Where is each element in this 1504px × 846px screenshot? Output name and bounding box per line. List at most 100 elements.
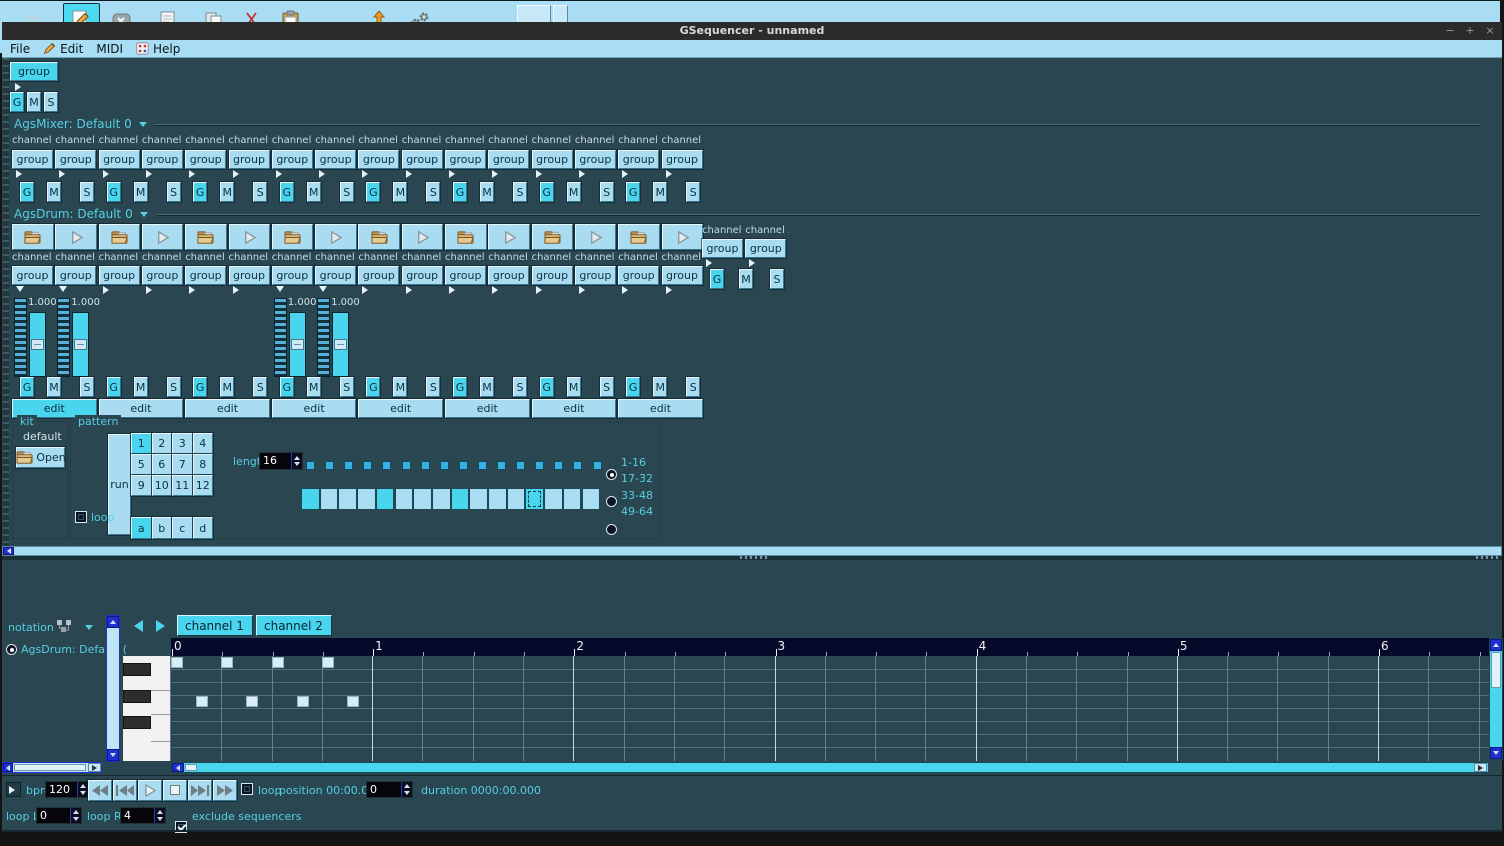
loop-l-spinner[interactable]: 0 — [36, 807, 82, 824]
group-button[interactable]: group — [575, 150, 616, 169]
mute-toggle[interactable]: M — [480, 182, 494, 202]
grid-vscrollbar[interactable] — [1489, 638, 1503, 760]
note-block[interactable] — [221, 657, 233, 668]
pane-divider[interactable] — [2, 556, 1502, 560]
expander-icon[interactable] — [492, 286, 502, 294]
expander-icon[interactable] — [536, 170, 546, 178]
spin-arrows-icon[interactable] — [70, 808, 81, 823]
scroll-left-icon[interactable] — [172, 763, 184, 772]
offset-radio[interactable] — [606, 524, 617, 535]
timeline-ruler[interactable]: 0123456 — [171, 638, 1489, 656]
group-button[interactable]: group — [272, 150, 313, 169]
edit-tab-button[interactable]: edit — [532, 399, 617, 418]
group-toggle[interactable]: G — [626, 182, 640, 202]
group-button[interactable]: group — [702, 239, 743, 258]
slider-handle[interactable] — [31, 339, 44, 350]
edit-tab-button[interactable]: edit — [445, 399, 530, 418]
scroll-right-icon[interactable] — [1474, 763, 1487, 772]
expander-icon[interactable] — [146, 286, 156, 294]
slider-handle[interactable] — [334, 339, 347, 350]
expander-icon[interactable] — [622, 170, 632, 178]
group-button[interactable]: group — [142, 150, 183, 169]
mute-toggle[interactable]: M — [653, 182, 667, 202]
titlebar[interactable]: GSequencer - unnamed − + × — [2, 22, 1502, 40]
group-button[interactable]: group — [445, 150, 486, 169]
tab-next-button[interactable] — [150, 617, 170, 635]
expander-icon[interactable] — [406, 286, 416, 294]
group-button[interactable]: group — [99, 266, 140, 285]
loop-l-value[interactable]: 0 — [37, 808, 70, 823]
expander-icon[interactable] — [579, 286, 589, 294]
solo-toggle[interactable]: S — [340, 182, 354, 202]
transport-forward-button[interactable] — [213, 780, 237, 801]
group-button[interactable]: group — [662, 266, 703, 285]
pattern-cell[interactable] — [544, 488, 563, 510]
mute-toggle[interactable]: M — [220, 377, 234, 397]
solo-toggle[interactable]: S — [80, 377, 94, 397]
note-grid[interactable] — [171, 656, 1489, 761]
length-value[interactable]: 16 — [260, 453, 291, 469]
solo-toggle[interactable]: S — [426, 377, 440, 397]
mute-toggle[interactable]: M — [393, 182, 407, 202]
machines-scroll-strip[interactable] — [3, 58, 9, 546]
drum-pad-open-button[interactable] — [99, 224, 141, 250]
black-key[interactable] — [123, 690, 151, 703]
group-toggle[interactable]: G — [20, 377, 34, 397]
pattern-cell[interactable] — [451, 488, 470, 510]
pattern-cell[interactable] — [320, 488, 339, 510]
group-button[interactable]: group — [402, 150, 443, 169]
bank-button[interactable]: 3 — [172, 433, 193, 454]
expander-icon[interactable] — [449, 286, 459, 294]
edit-tab-button[interactable]: edit — [358, 399, 443, 418]
solo-toggle[interactable]: S — [167, 182, 181, 202]
piano-keyboard[interactable] — [123, 656, 171, 761]
solo-toggle[interactable]: S — [600, 377, 614, 397]
pattern-cell[interactable] — [507, 488, 526, 510]
group-toggle[interactable]: G — [453, 182, 467, 202]
expander-icon[interactable] — [15, 83, 25, 91]
bank-button[interactable]: 4 — [193, 433, 214, 454]
group-button[interactable]: group — [488, 150, 529, 169]
drum-pad-open-button[interactable] — [185, 224, 227, 250]
group-button[interactable]: group — [99, 150, 140, 169]
group-button[interactable]: group — [488, 266, 529, 285]
bank-button[interactable]: c — [172, 517, 193, 539]
volume-slider[interactable] — [289, 312, 306, 377]
expander-icon[interactable] — [59, 286, 67, 292]
menu-item-file[interactable]: File — [10, 40, 30, 58]
group-button[interactable]: group — [55, 150, 96, 169]
pane-grip-icon[interactable] — [740, 556, 768, 559]
machine-radio[interactable] — [6, 644, 17, 655]
scroll-up-icon[interactable] — [107, 616, 119, 628]
group-toggle[interactable]: G — [20, 182, 34, 202]
drum-pad-open-button[interactable] — [618, 224, 660, 250]
tab-channel-1[interactable]: channel 1 — [177, 615, 253, 636]
solo-toggle[interactable]: S — [513, 377, 527, 397]
group-button[interactable]: group — [229, 266, 270, 285]
expander-icon[interactable] — [449, 170, 459, 178]
note-block[interactable] — [322, 657, 334, 668]
mixer-title[interactable]: AgsMixer: Default 0 — [14, 117, 1480, 131]
drum-pad-open-button[interactable] — [272, 224, 314, 250]
transport-next-button[interactable] — [188, 780, 212, 801]
minimize-button[interactable]: − — [1442, 24, 1458, 37]
drum-title[interactable]: AgsDrum: Default 0 — [14, 207, 1480, 221]
group-toggle[interactable]: G — [280, 377, 294, 397]
scroll-down-icon[interactable] — [107, 749, 119, 761]
group-button[interactable]: group — [185, 266, 226, 285]
solo-toggle[interactable]: S — [253, 377, 267, 397]
scroll-down-icon[interactable] — [1490, 747, 1502, 759]
menu-item-help[interactable]: Help — [136, 40, 180, 58]
group-button[interactable]: group — [402, 266, 443, 285]
resize-grip-icon[interactable] — [1476, 556, 1498, 559]
scroll-left-icon[interactable] — [3, 547, 14, 555]
solo-toggle[interactable]: S — [340, 377, 354, 397]
mute-toggle[interactable]: M — [567, 182, 581, 202]
expander-icon[interactable] — [536, 286, 546, 294]
loop-r-spinner[interactable]: 4 — [120, 807, 166, 824]
group-button[interactable]: group — [618, 150, 659, 169]
bank-button[interactable]: 6 — [152, 454, 173, 475]
spin-arrows-icon[interactable] — [291, 453, 302, 469]
expander-icon[interactable] — [319, 170, 329, 178]
group-button[interactable]: group — [575, 266, 616, 285]
